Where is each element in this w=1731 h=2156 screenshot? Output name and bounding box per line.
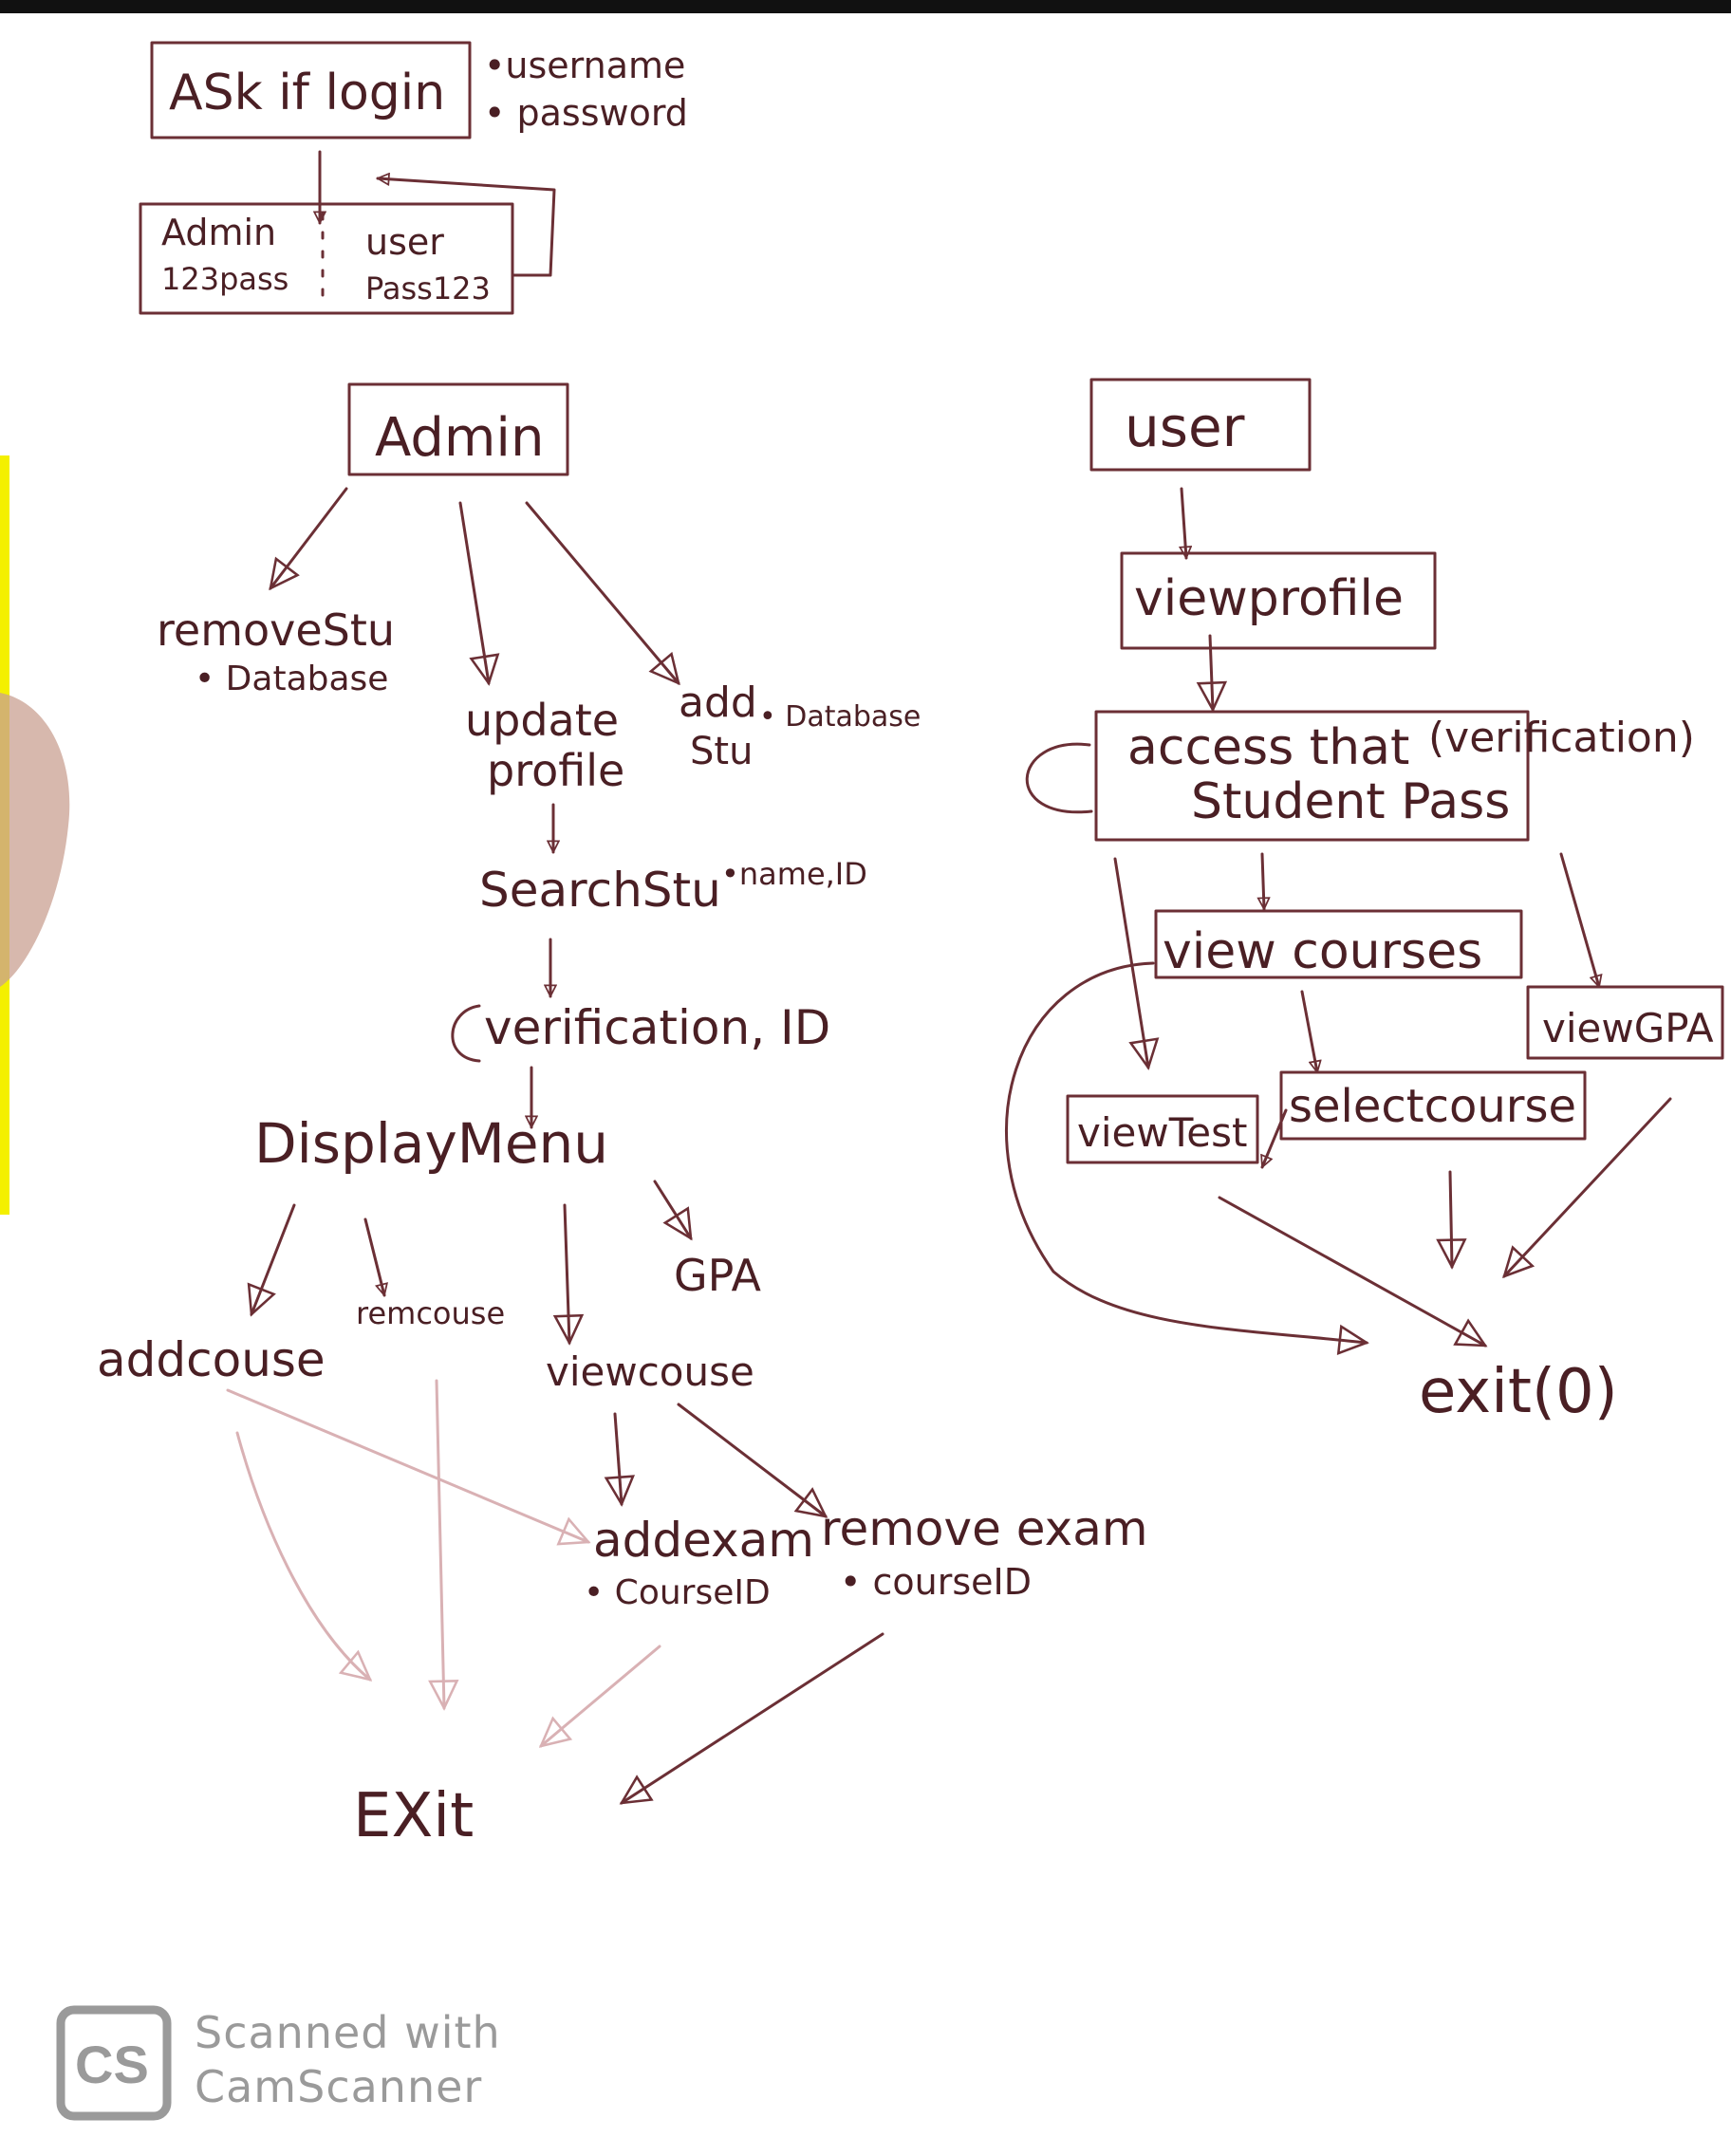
- access-line1: access that: [1127, 719, 1409, 776]
- verification-label: verification, ID: [484, 1000, 830, 1055]
- user-title: user: [1125, 395, 1245, 459]
- diagram-canvas: ASk if login •username • password Admin …: [0, 0, 1731, 2121]
- arrow-user-to-viewprofile: [1182, 487, 1186, 558]
- remove-exam-label: remove exam: [821, 1501, 1148, 1556]
- select-course-label: selectcourse: [1289, 1080, 1576, 1133]
- view-profile-label: viewprofile: [1134, 570, 1404, 627]
- arrow-menu-to-viewcourse: [565, 1203, 569, 1343]
- arrow-viewcourse-to-removeexam: [677, 1403, 826, 1516]
- search-stu-note: •name,ID: [721, 856, 867, 892]
- add-stu-note: • Database: [759, 700, 921, 734]
- arrow-addcourse-to-exit: [235, 1431, 370, 1680]
- thumb-shadow: [0, 693, 70, 987]
- paper-top-edge: [0, 0, 1731, 13]
- cred-user-name: user: [365, 221, 444, 263]
- cred-admin-pass: 123pass: [161, 261, 288, 297]
- access-note: (verification): [1428, 714, 1695, 762]
- arrow-addcourse-to-addexam: [226, 1388, 588, 1542]
- view-test-label: viewTest: [1077, 1109, 1247, 1156]
- arrow-menu-to-remcourse: [363, 1217, 384, 1295]
- update-profile-line2: profile: [487, 745, 624, 796]
- add-exam-note: • CourseID: [584, 1573, 771, 1612]
- arrow-admin-to-removestu: [270, 487, 348, 588]
- arrow-admin-to-updateprofile: [458, 501, 489, 683]
- arrow-admin-to-addstu: [525, 501, 679, 683]
- verify-loop-icon: [451, 1004, 481, 1063]
- user-exit-label: exit(0): [1419, 1357, 1618, 1427]
- watermark-line2: CamScanner: [195, 2061, 482, 2112]
- login-input-username: •username: [484, 45, 685, 86]
- rem-course-label: remcouse: [356, 1295, 505, 1331]
- arrow-access-to-viewgpa: [1559, 852, 1599, 987]
- search-stu-label: SearchStu: [479, 863, 721, 918]
- login-input-password: • password: [484, 92, 688, 134]
- view-courses-label: view courses: [1163, 923, 1482, 980]
- arrow-remcourse-to-exit: [437, 1379, 444, 1708]
- arrow-menu-to-addcourse: [251, 1203, 296, 1314]
- arrow-viewcourses-to-select: [1300, 990, 1317, 1072]
- access-line2: Student Pass: [1191, 773, 1510, 830]
- arrow-viewtest-to-exit: [1218, 1196, 1485, 1348]
- view-course-label: viewcouse: [546, 1348, 754, 1395]
- watermark-line1: Scanned with: [195, 2007, 501, 2058]
- add-stu-line1: add: [679, 678, 757, 727]
- remove-stu-note: • Database: [195, 660, 388, 698]
- login-title: ASk if login: [169, 65, 445, 121]
- access-loop-icon: [1025, 742, 1093, 814]
- camscanner-watermark: CS Scanned with CamScanner: [56, 2005, 501, 2121]
- add-exam-label: addexam: [593, 1513, 814, 1568]
- arrow-access-to-viewcourses: [1262, 852, 1264, 911]
- cred-user-pass: Pass123: [365, 270, 491, 307]
- update-profile-line1: update: [465, 695, 619, 746]
- arrow-viewcourse-to-addexam: [615, 1412, 622, 1504]
- admin-exit-label: EXit: [353, 1781, 474, 1851]
- arrow-removeexam-to-exit: [622, 1632, 884, 1803]
- admin-title: Admin: [375, 407, 544, 469]
- display-menu-label: DisplayMenu: [254, 1111, 608, 1176]
- arrow-menu-to-gpa: [653, 1180, 691, 1238]
- gpa-label: GPA: [674, 1250, 761, 1301]
- remove-stu-label: removeStu: [157, 604, 395, 656]
- remove-exam-note: • courseID: [840, 1561, 1032, 1603]
- camscanner-logo-text: CS: [75, 2035, 149, 2094]
- add-stu-line2: Stu: [690, 730, 753, 773]
- arrow-select-to-exit: [1450, 1170, 1452, 1267]
- cred-admin-name: Admin: [161, 212, 276, 253]
- arrow-addexam-to-exit: [541, 1645, 661, 1746]
- add-course-label: addcouse: [97, 1332, 326, 1387]
- view-gpa-label: viewGPA: [1542, 1005, 1714, 1051]
